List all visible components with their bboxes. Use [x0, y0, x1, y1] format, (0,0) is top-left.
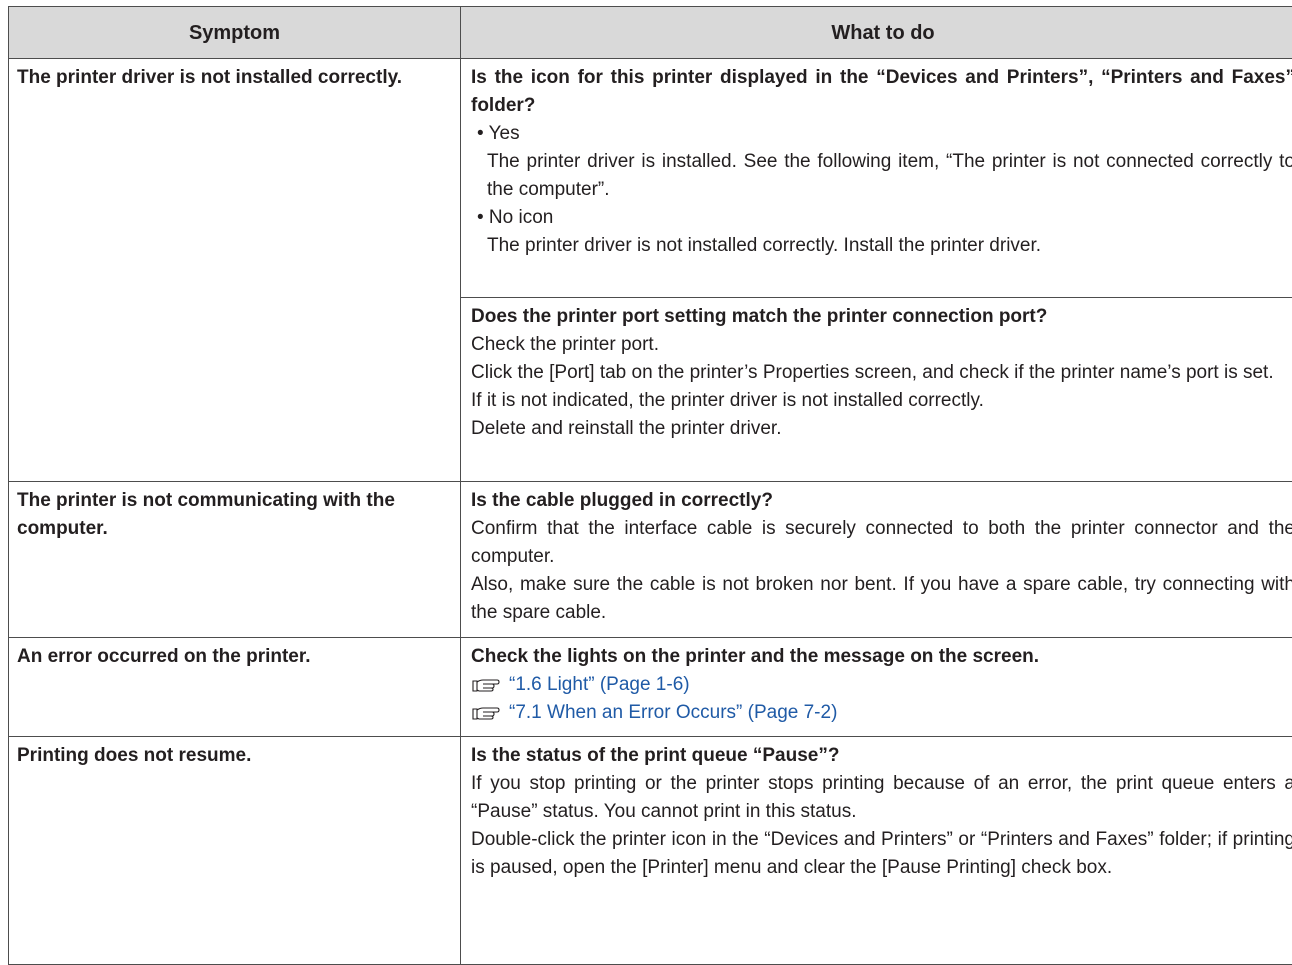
table-row: An error occurred on the printer. Check …: [9, 638, 1292, 737]
answer-yes-text: The printer driver is installed. See the…: [471, 148, 1292, 204]
solution-line: Confirm that the interface cable is secu…: [471, 515, 1292, 571]
reference-hand-icon: [471, 676, 501, 694]
table-header-row: Symptom What to do: [9, 7, 1292, 59]
solution-cell: Does the printer port setting match the …: [461, 298, 1292, 482]
reference-link-text[interactable]: “1.6 Light” (Page 1-6): [509, 671, 690, 699]
column-header-symptom: Symptom: [9, 7, 461, 59]
answer-yes-label: • Yes: [471, 120, 1292, 148]
symptom-cell: The printer driver is not installed corr…: [9, 59, 461, 482]
reference-link[interactable]: “7.1 When an Error Occurs” (Page 7-2): [471, 699, 1292, 727]
solution-cell: Is the cable plugged in correctly? Confi…: [461, 482, 1292, 638]
solution-line: Click the [Port] tab on the printer’s Pr…: [471, 359, 1292, 387]
solution-line: Also, make sure the cable is not broken …: [471, 571, 1292, 627]
solution-line: Check the printer port.: [471, 331, 1292, 359]
symptom-cell: The printer is not communicating with th…: [9, 482, 461, 638]
solution-cell: Check the lights on the printer and the …: [461, 638, 1292, 737]
solution-line: Double-click the printer icon in the “De…: [471, 826, 1292, 882]
reference-link[interactable]: “1.6 Light” (Page 1-6): [471, 671, 1292, 699]
solution-question: Does the printer port setting match the …: [471, 303, 1292, 331]
answer-no-label: • No icon: [471, 204, 1292, 232]
solution-cell: Is the icon for this printer displayed i…: [461, 59, 1292, 298]
symptom-cell: Printing does not resume.: [9, 737, 461, 965]
solution-cell: Is the status of the print queue “Pause”…: [461, 737, 1292, 965]
column-header-what-to-do: What to do: [461, 7, 1292, 59]
table-row: The printer driver is not installed corr…: [9, 59, 1292, 298]
solution-line: Delete and reinstall the printer driver.: [471, 415, 1292, 443]
solution-question: Is the status of the print queue “Pause”…: [471, 742, 1292, 770]
troubleshooting-table: Symptom What to do The printer driver is…: [8, 6, 1292, 965]
solution-line: If you stop printing or the printer stop…: [471, 770, 1292, 826]
troubleshooting-table-container: Symptom What to do The printer driver is…: [8, 6, 1292, 965]
solution-question: Is the icon for this printer displayed i…: [471, 64, 1292, 120]
answer-no-text: The printer driver is not installed corr…: [471, 232, 1292, 260]
symptom-cell: An error occurred on the printer.: [9, 638, 461, 737]
reference-link-text[interactable]: “7.1 When an Error Occurs” (Page 7-2): [509, 699, 837, 727]
solution-question: Check the lights on the printer and the …: [471, 643, 1292, 671]
table-row: The printer is not communicating with th…: [9, 482, 1292, 638]
solution-question: Is the cable plugged in correctly?: [471, 487, 1292, 515]
table-row: Printing does not resume. Is the status …: [9, 737, 1292, 965]
reference-hand-icon: [471, 704, 501, 722]
solution-line: If it is not indicated, the printer driv…: [471, 387, 1292, 415]
